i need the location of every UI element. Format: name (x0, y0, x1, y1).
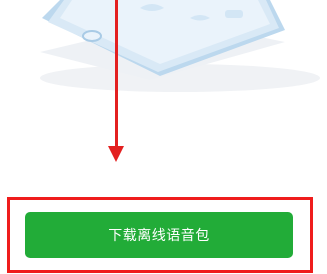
arrow-down-icon (108, 146, 124, 162)
download-offline-voice-pack-button[interactable]: 下载离线语音包 (25, 212, 293, 258)
annotation-arrow-line (115, 0, 118, 148)
phone-illustration-icon (40, 0, 320, 92)
download-button-label: 下载离线语音包 (108, 228, 210, 244)
